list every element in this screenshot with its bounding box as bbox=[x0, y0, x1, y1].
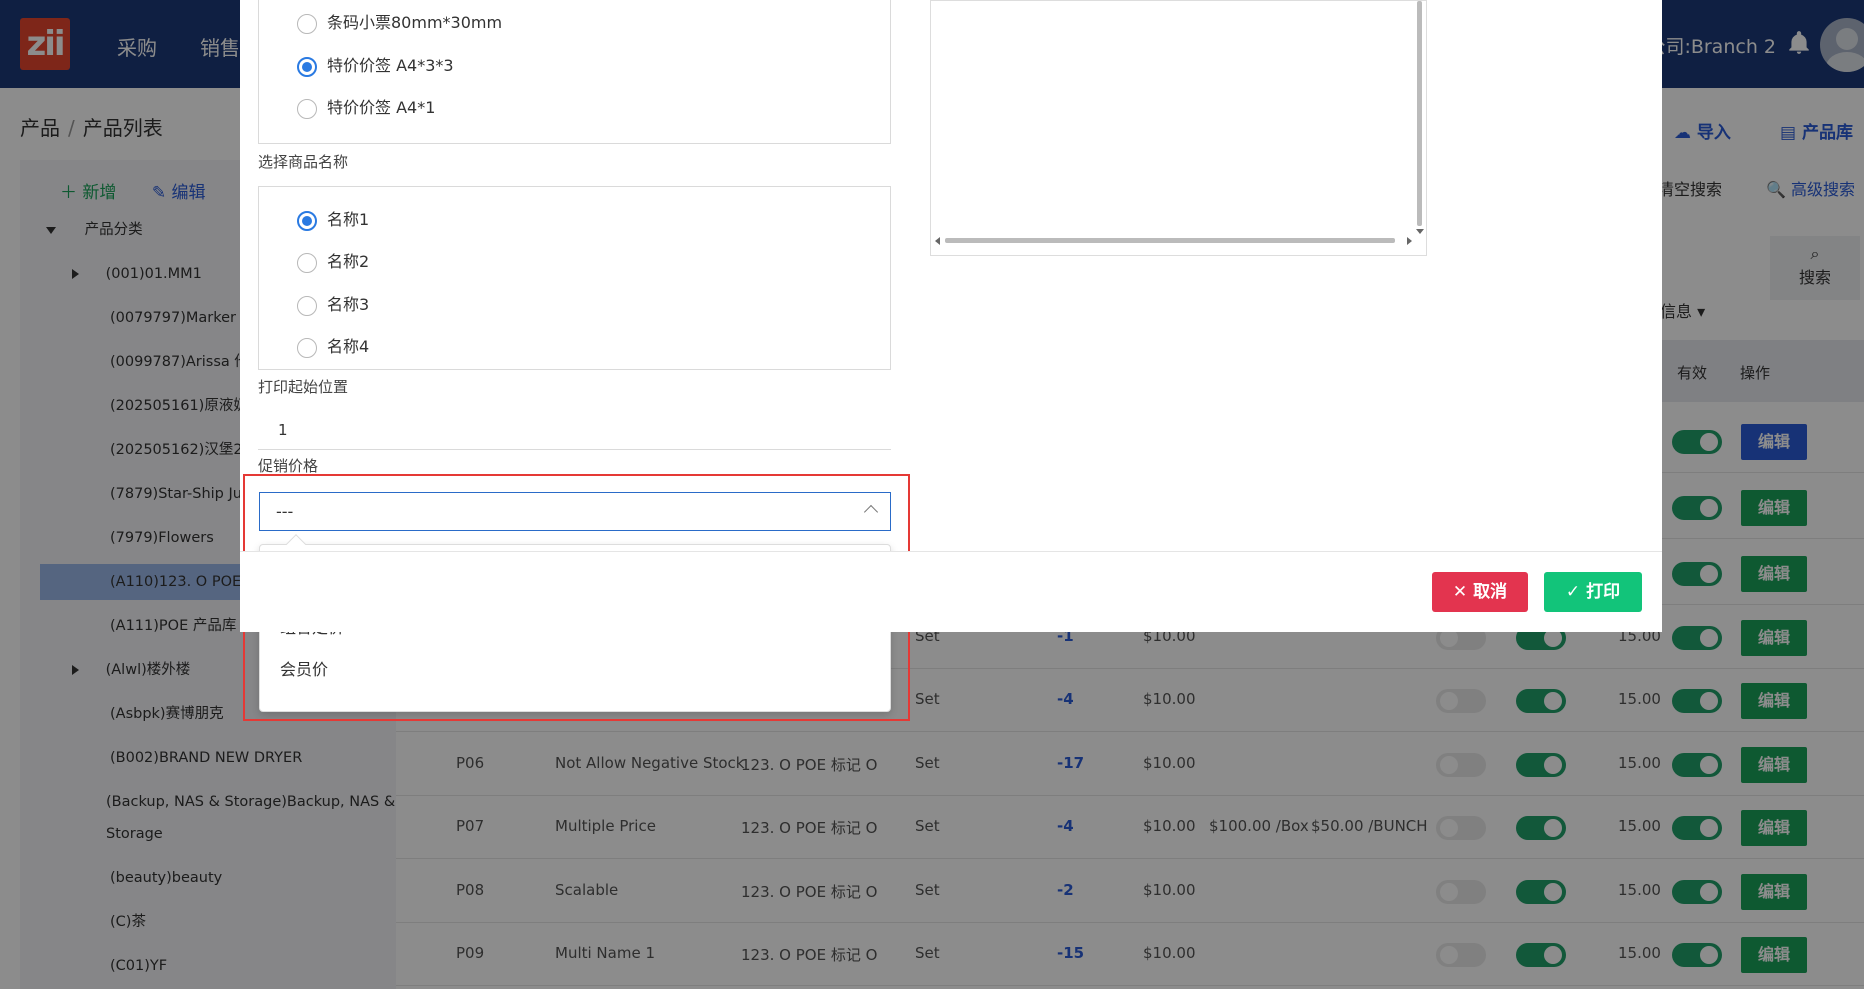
label-option-a4-3x3[interactable]: 特价价签 A4*3*3 bbox=[297, 54, 454, 78]
label-preview bbox=[930, 0, 1427, 256]
radio-icon[interactable] bbox=[297, 295, 317, 316]
cancel-button[interactable]: ✕ 取消 bbox=[1432, 572, 1528, 612]
radio-icon[interactable] bbox=[297, 98, 317, 119]
name-option-2[interactable]: 名称2 bbox=[297, 250, 369, 274]
scroll-down-icon[interactable] bbox=[1416, 229, 1424, 234]
label-option-a4-1[interactable]: 特价价签 A4*1 bbox=[297, 96, 435, 120]
radio-icon[interactable] bbox=[297, 13, 317, 34]
name-option-4[interactable]: 名称4 bbox=[297, 335, 369, 359]
scroll-right-icon[interactable] bbox=[1407, 237, 1412, 245]
start-position-input[interactable]: 1 bbox=[258, 410, 891, 450]
product-name-group: 名称1 名称2 名称3 名称4 bbox=[258, 186, 891, 370]
start-position-label: 打印起始位置 bbox=[258, 378, 349, 396]
scroll-left-icon[interactable] bbox=[935, 237, 940, 245]
radio-checked-icon[interactable] bbox=[297, 56, 317, 77]
label-option-barcode[interactable]: 条码小票80mm*30mm bbox=[297, 11, 502, 35]
vertical-scrollbar[interactable] bbox=[1417, 1, 1422, 226]
label-type-group: 条码小票80mm*30mm 特价价签 A4*3*3 特价价签 A4*1 bbox=[258, 0, 891, 144]
radio-icon[interactable] bbox=[297, 337, 317, 358]
promo-price-label: 促销价格 bbox=[258, 457, 319, 475]
radio-icon[interactable] bbox=[297, 252, 317, 273]
radio-checked-icon[interactable] bbox=[297, 210, 317, 231]
print-button[interactable]: ✓ 打印 bbox=[1544, 572, 1642, 612]
name-option-1[interactable]: 名称1 bbox=[297, 208, 369, 232]
name-section-label: 选择商品名称 bbox=[258, 153, 349, 171]
horizontal-scrollbar[interactable] bbox=[945, 238, 1395, 243]
name-option-3[interactable]: 名称3 bbox=[297, 293, 369, 317]
